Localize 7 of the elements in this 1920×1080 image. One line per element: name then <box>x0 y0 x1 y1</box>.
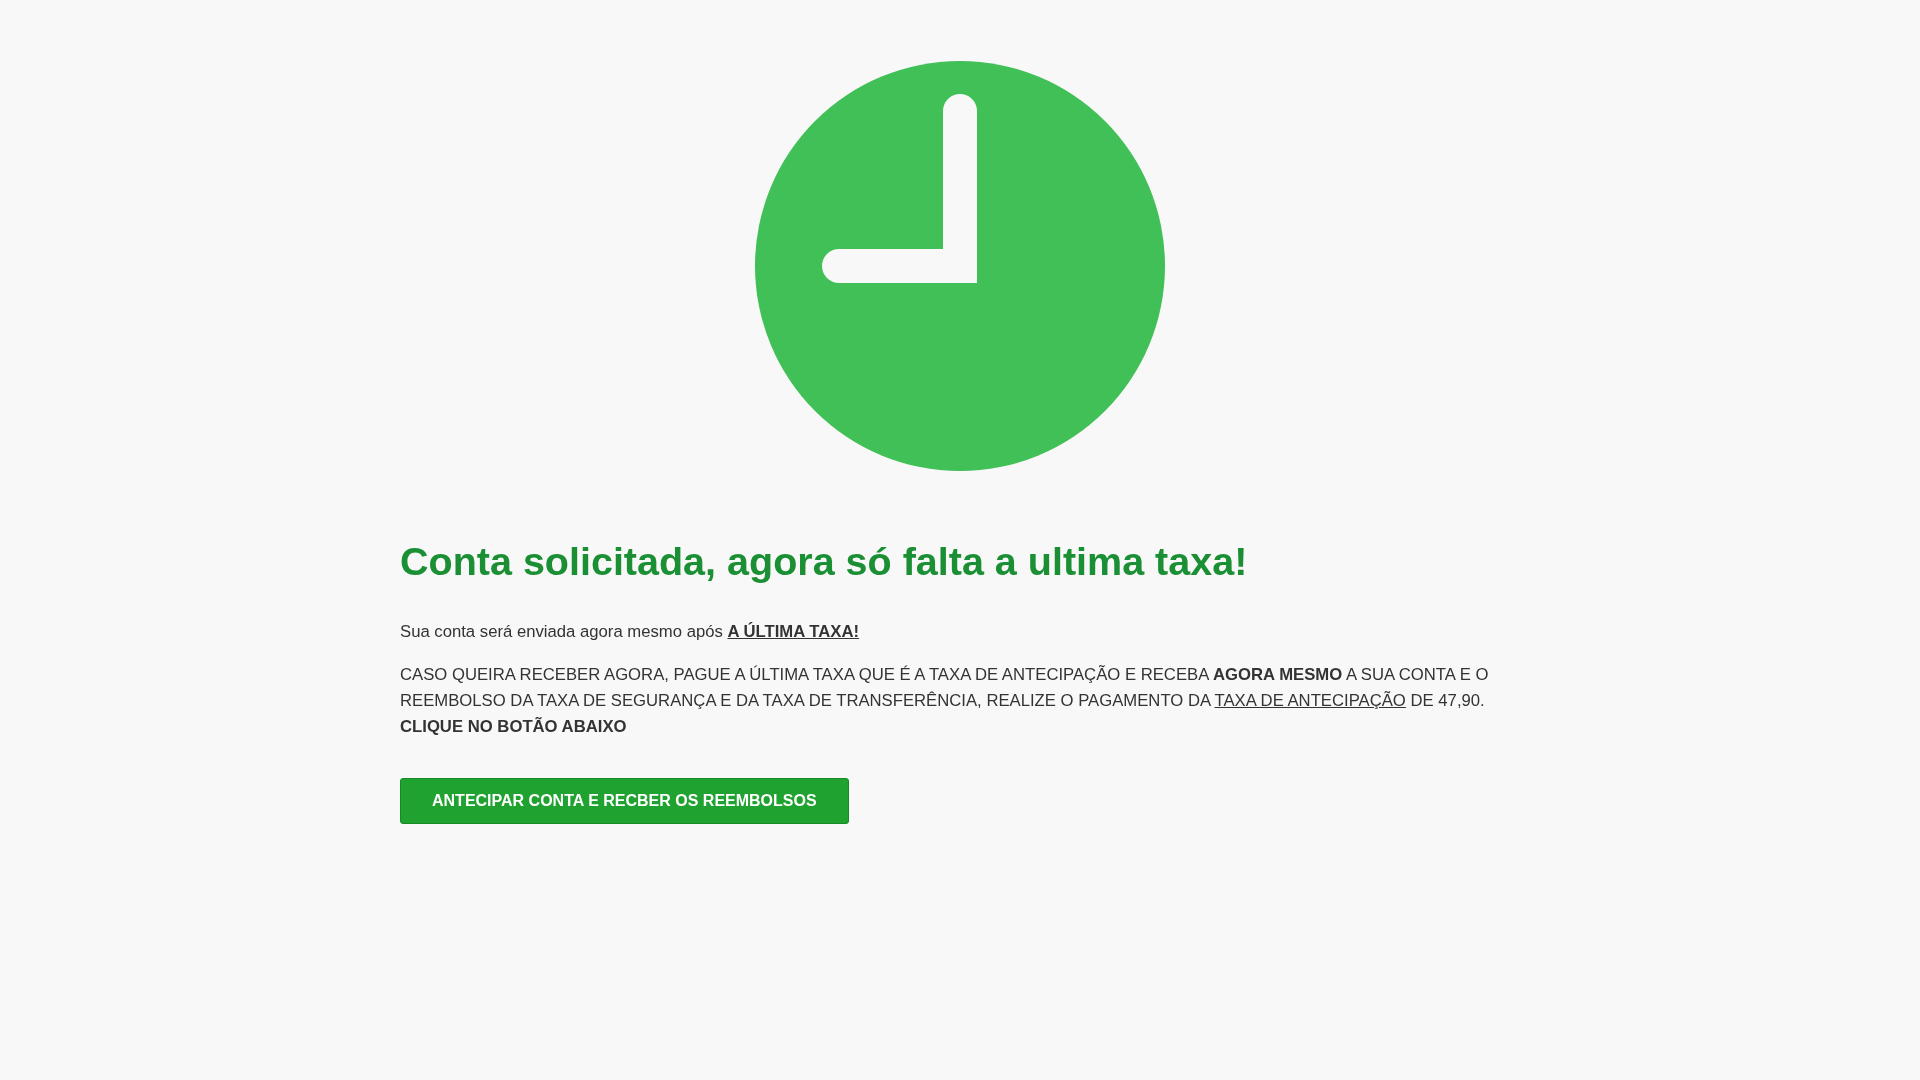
message-paragraph: Sua conta será enviada agora mesmo após A ÚLTIMA TAXA! <box>400 621 860 643</box>
message-paragraph: CASO QUEIRA RECEBER AGORA, PAGUE A ÚLTIMA TAXA QUE É A TAXA DE ANTECIPAÇÃO E RECEBA AGORA MESMO A SUA CONTA E O REEMBOLSO DA TAXA DE SEGURANÇA E DA TAXA DE TRANSFERÊNCIA, REALIZE O PAGAMENTO DA TAXA DE ANTECIPAÇÃO DE 47,90. <box>400 664 1490 712</box>
fee-link[interactable]: A ÚLTIMA TAXA! <box>727 622 860 641</box>
fee-link[interactable]: TAXA DE ANTECIPAÇÃO <box>1214 691 1406 710</box>
clock-icon <box>755 61 1165 471</box>
instruction-text: CLIQUE NO BOTÃO ABAIXO <box>400 716 627 738</box>
page-heading: Conta solicitada, agora só falta a ultima taxa! <box>400 538 1248 585</box>
